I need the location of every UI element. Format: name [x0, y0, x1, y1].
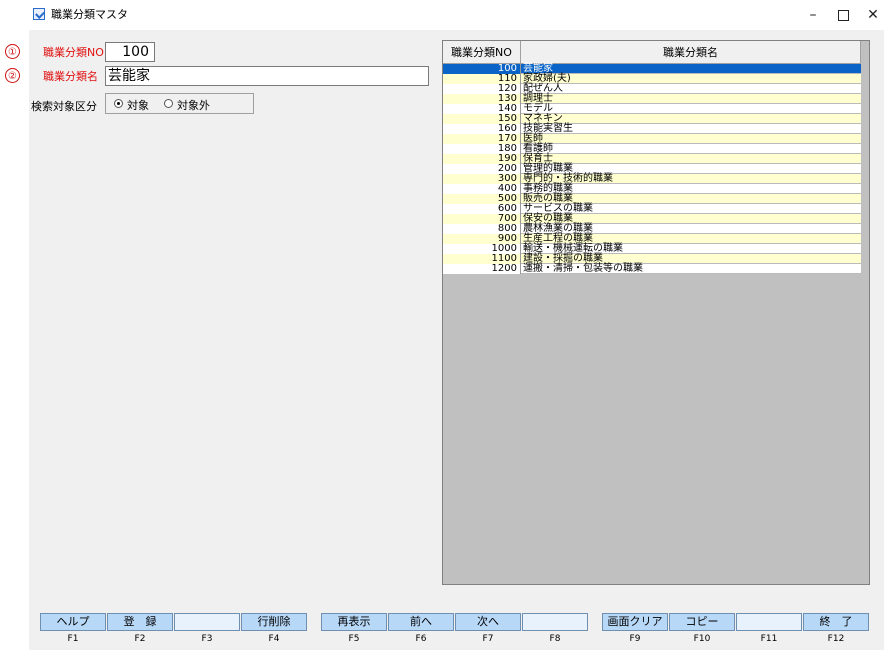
- radio-exclude-label[interactable]: 対象外: [177, 97, 210, 113]
- fkey-f2-caption: F2: [134, 634, 146, 644]
- close-button[interactable]: ✕: [850, 0, 884, 30]
- fkey-f4-caption: F4: [268, 634, 280, 644]
- fkey-f5-button[interactable]: 再表示: [321, 613, 387, 631]
- occupation-name-input[interactable]: 芸能家: [105, 66, 429, 86]
- fkey-f10-button[interactable]: コピー: [669, 613, 735, 631]
- fkey-f9-caption: F9: [629, 634, 641, 644]
- fkey-f9-button[interactable]: 画面クリア: [602, 613, 668, 631]
- title-bar: [0, 0, 884, 30]
- fkey-f6-caption: F6: [415, 634, 427, 644]
- cell-occupation-name: 配ぜん人: [521, 84, 861, 94]
- fkey-f12-button[interactable]: 終 了: [803, 613, 869, 631]
- fkey-f11-caption: F11: [760, 634, 778, 644]
- margin-strip: [0, 30, 29, 650]
- fkey-f8-button[interactable]: [522, 613, 588, 631]
- occupation-no-input[interactable]: 100: [105, 42, 155, 62]
- occupation-grid[interactable]: 職業分類NO 職業分類名 100 芸能家 110 家政婦(夫) 120 配ぜん人 130 調理…: [442, 40, 870, 585]
- fkey-f7-caption: F7: [482, 634, 494, 644]
- table-row[interactable]: 1200 運搬・清掃・包装等の職業: [443, 264, 861, 274]
- radio-exclude[interactable]: [164, 99, 173, 108]
- radio-selected-dot: [117, 102, 120, 105]
- occupation-name-label: 職業分類名: [43, 70, 98, 83]
- fkey-f5-caption: F5: [348, 634, 360, 644]
- search-target-label: 検索対象区分: [31, 100, 97, 113]
- radio-target-label[interactable]: 対象: [127, 97, 149, 113]
- function-key-bar: ヘルプ F1 登 録 F2 F3 行削除 F4 再表示 F5 前へ F6 次へ F7 F8 画面クリア F9 コ…: [40, 613, 870, 647]
- fkey-f2-button[interactable]: 登 録: [107, 613, 173, 631]
- fkey-f4-button[interactable]: 行削除: [241, 613, 307, 631]
- cell-occupation-name: 調理士: [521, 94, 861, 104]
- column-header-name[interactable]: 職業分類名: [521, 41, 861, 64]
- cell-occupation-name: 家政婦(夫): [521, 74, 861, 84]
- cell-occupation-name: 運搬・清掃・包装等の職業: [521, 264, 861, 274]
- app-icon: [33, 8, 45, 20]
- cell-occupation-name: 芸能家: [521, 64, 861, 74]
- cell-occupation-name: モデル: [521, 104, 861, 114]
- marker-one: ①: [5, 44, 20, 59]
- fkey-f1-button[interactable]: ヘルプ: [40, 613, 106, 631]
- fkey-f7-button[interactable]: 次へ: [455, 613, 521, 631]
- cell-occupation-no: 1200: [443, 264, 521, 274]
- cell-occupation-name: 医師: [521, 134, 861, 144]
- cell-occupation-name: 技能実習生: [521, 124, 861, 134]
- grid-header: 職業分類NO 職業分類名: [443, 41, 861, 64]
- fkey-f11-button[interactable]: [736, 613, 802, 631]
- maximize-icon: [837, 9, 849, 21]
- window-title: 職業分類マスタ: [51, 8, 128, 21]
- fkey-f10-caption: F10: [693, 634, 711, 644]
- fkey-f3-button[interactable]: [174, 613, 240, 631]
- cell-occupation-name: 看護師: [521, 144, 861, 154]
- column-header-no[interactable]: 職業分類NO: [443, 41, 521, 64]
- marker-two: ②: [5, 68, 20, 83]
- fkey-f1-caption: F1: [67, 634, 79, 644]
- fkey-f6-button[interactable]: 前へ: [388, 613, 454, 631]
- radio-target[interactable]: [114, 99, 123, 108]
- fkey-f8-caption: F8: [549, 634, 561, 644]
- fkey-f12-caption: F12: [827, 634, 845, 644]
- occupation-no-label: 職業分類NO: [43, 46, 104, 59]
- fkey-f3-caption: F3: [201, 634, 213, 644]
